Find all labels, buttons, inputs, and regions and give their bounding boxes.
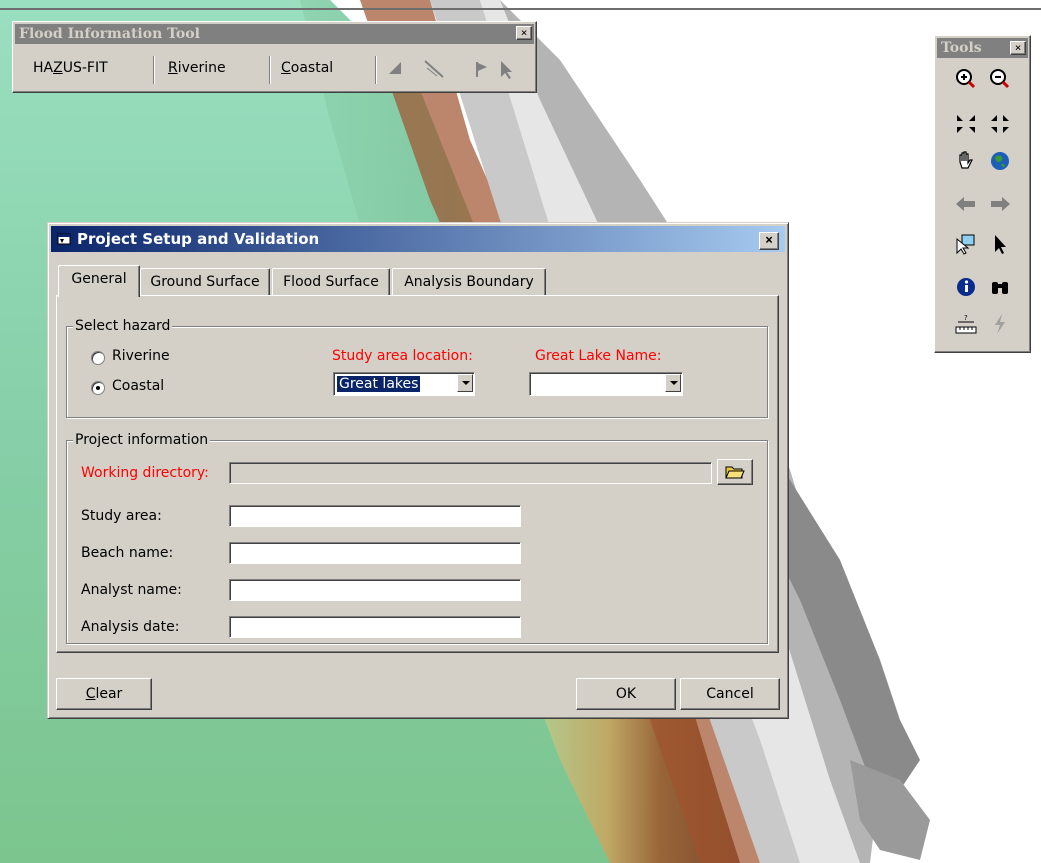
app-icon: [57, 233, 71, 245]
toolbar-close-button[interactable]: ×: [516, 26, 532, 40]
pan-hand-icon[interactable]: [953, 148, 979, 174]
forward-arrow-icon[interactable]: [987, 191, 1013, 217]
riverine-radio-label[interactable]: Riverine: [112, 348, 170, 364]
working-directory-field: [229, 462, 712, 484]
add-flag-icon[interactable]: [389, 62, 401, 74]
select-hazard-legend: Select hazard: [73, 318, 173, 334]
great-lake-name-label: Great Lake Name:: [535, 348, 662, 364]
measure-icon[interactable]: ?: [953, 311, 979, 337]
fixed-zoom-in-icon[interactable]: [953, 111, 979, 137]
clear-button[interactable]: Clear: [56, 678, 152, 710]
tools-close-button[interactable]: ×: [1010, 41, 1026, 55]
dialog-close-button[interactable]: ×: [759, 232, 779, 250]
menu-hazus-fit[interactable]: HAZUS-FIT: [33, 60, 108, 76]
coastal-radio[interactable]: [91, 381, 105, 395]
analysis-date-label: Analysis date:: [81, 619, 180, 635]
zoom-out-icon[interactable]: [987, 66, 1013, 92]
study-area-location-select[interactable]: Great lakes: [333, 372, 475, 396]
dialog-title: Project Setup and Validation: [77, 230, 320, 248]
flag-icon[interactable]: [476, 62, 487, 77]
select-features-icon[interactable]: [953, 231, 979, 257]
tab-general[interactable]: General: [58, 265, 140, 297]
transect-icon[interactable]: [424, 60, 444, 78]
general-tab-panel: Select hazard Riverine Coastal Study are…: [56, 295, 779, 653]
project-setup-dialog: Project Setup and Validation × General G…: [47, 222, 789, 719]
full-extent-globe-icon[interactable]: [987, 148, 1013, 174]
tab-analysis-boundary-label: Analysis Boundary: [404, 274, 534, 290]
tab-flood-surface[interactable]: Flood Surface: [272, 268, 390, 295]
clear-button-rest: lear: [95, 686, 123, 702]
tab-flood-surface-label: Flood Surface: [283, 274, 379, 290]
tab-ground-surface-label: Ground Surface: [150, 274, 260, 290]
zoom-in-icon[interactable]: [953, 66, 979, 92]
riverine-radio[interactable]: [91, 351, 105, 365]
great-lake-name-value: [533, 376, 537, 392]
menu-coastal[interactable]: Coastal: [281, 60, 333, 76]
svg-text:?: ?: [964, 314, 968, 322]
dialog-titlebar[interactable]: Project Setup and Validation ×: [51, 226, 785, 252]
chevron-down-icon[interactable]: [665, 374, 681, 392]
flood-information-toolbar[interactable]: Flood Information Tool × HAZUS-FIT River…: [12, 21, 537, 93]
study-area-location-label: Study area location:: [332, 348, 473, 364]
pointer-icon[interactable]: [501, 61, 512, 79]
study-area-location-value: Great lakes: [335, 375, 422, 393]
hyperlink-icon[interactable]: [987, 311, 1013, 337]
study-area-label: Study area:: [81, 508, 162, 524]
working-directory-label: Working directory:: [81, 465, 209, 481]
menu-separator: [269, 56, 271, 84]
beach-name-label: Beach name:: [81, 545, 174, 561]
browse-folder-button[interactable]: [717, 459, 753, 485]
toolbar-icon-strip: [389, 60, 512, 79]
coastal-radio-label[interactable]: Coastal: [112, 378, 164, 394]
tab-general-label: General: [71, 271, 127, 287]
tab-analysis-boundary[interactable]: Analysis Boundary: [392, 268, 546, 295]
back-arrow-icon[interactable]: [953, 191, 979, 217]
identify-icon[interactable]: [953, 274, 979, 300]
chevron-down-icon[interactable]: [457, 374, 473, 392]
menu-separator: [153, 56, 155, 84]
cancel-button[interactable]: Cancel: [680, 678, 780, 710]
beach-name-field[interactable]: [229, 542, 521, 564]
project-information-legend: Project information: [73, 432, 211, 448]
toolbar-title: Flood Information Tool: [15, 24, 534, 44]
menu-separator: [375, 56, 377, 84]
select-elements-icon[interactable]: [987, 231, 1013, 257]
study-area-field[interactable]: [229, 505, 521, 527]
ok-button[interactable]: OK: [576, 678, 676, 710]
project-information-group: Project information Working directory: S…: [66, 432, 768, 644]
open-folder-icon: [725, 466, 745, 479]
tab-ground-surface[interactable]: Ground Surface: [140, 268, 270, 295]
toolbar-menu: HAZUS-FIT Riverine Coastal: [15, 50, 534, 88]
analysis-date-field[interactable]: [229, 616, 521, 638]
find-binoculars-icon[interactable]: [987, 274, 1013, 300]
clear-button-mnemonic: C: [85, 686, 96, 702]
great-lake-name-select[interactable]: [529, 372, 683, 396]
analyst-name-field[interactable]: [229, 579, 521, 601]
select-hazard-group: Select hazard Riverine Coastal Study are…: [66, 318, 768, 418]
fixed-zoom-out-icon[interactable]: [987, 111, 1013, 137]
menu-riverine[interactable]: Riverine: [168, 60, 226, 76]
tools-palette[interactable]: Tools × ?: [934, 35, 1031, 353]
map-top-border: [0, 8, 1041, 10]
analyst-name-label: Analyst name:: [81, 582, 182, 598]
